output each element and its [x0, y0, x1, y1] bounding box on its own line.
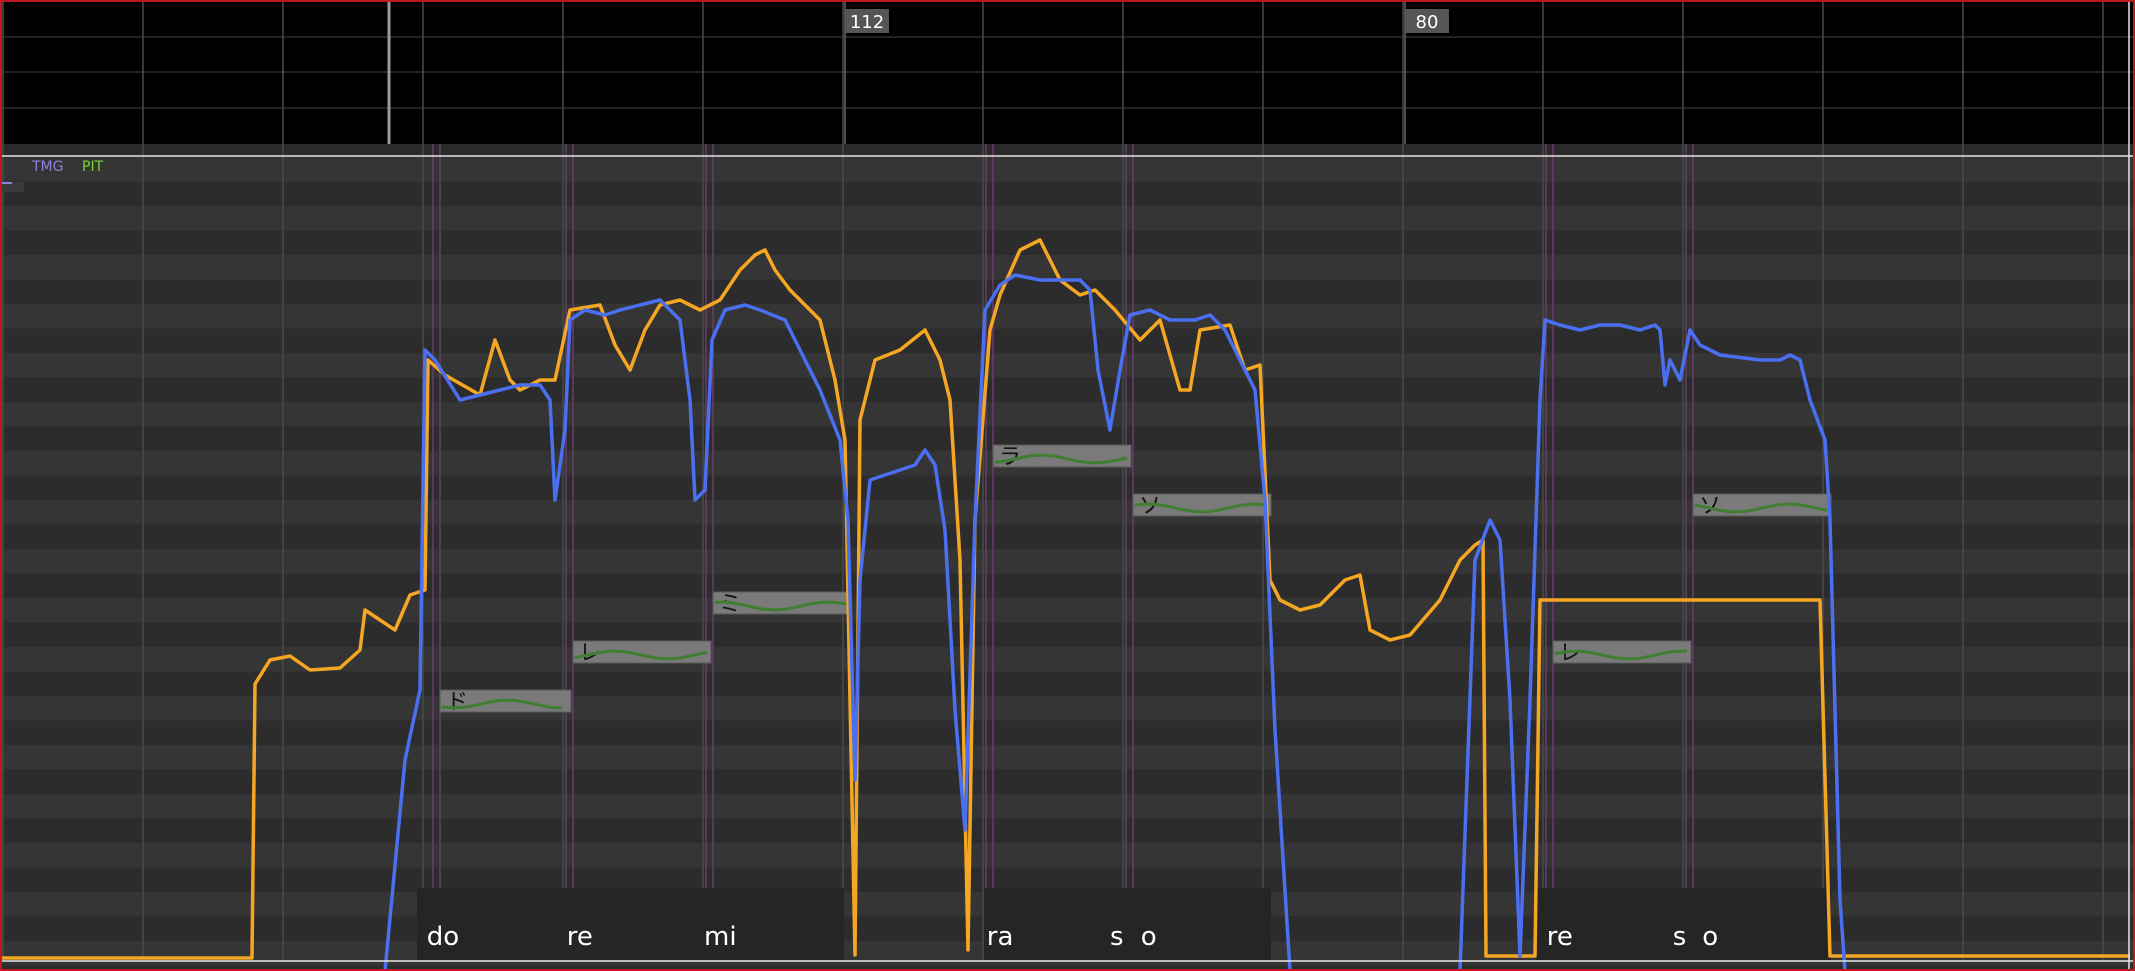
pitch-row — [0, 181, 2135, 206]
pitch-row — [0, 279, 2135, 304]
phoneme-label[interactable]: do — [427, 922, 459, 952]
pitch-row — [0, 230, 2135, 255]
pitch-row-grid — [0, 144, 2135, 971]
phoneme-label[interactable]: o — [1141, 922, 1157, 952]
pitch-row — [0, 818, 2135, 843]
note[interactable]: ド — [439, 689, 572, 715]
note-lyric: ソ — [1139, 494, 1161, 519]
piano-roll-editor[interactable]: do re mi ra s o re s o ドレミラソレソ 112 80 TMG PIT — [0, 0, 2135, 971]
phoneme-label[interactable]: ra — [987, 922, 1014, 952]
pitch-row — [0, 720, 2135, 745]
phoneme-label[interactable]: o — [1702, 922, 1718, 952]
pitch-row — [0, 524, 2135, 549]
pitch-row — [0, 573, 2135, 598]
pitch-row — [0, 157, 2135, 182]
pitch-row — [0, 353, 2135, 378]
pitch-row — [0, 377, 2135, 402]
phoneme-label[interactable]: mi — [704, 922, 737, 952]
pitch-row — [0, 328, 2135, 353]
param-tab-pit[interactable]: PIT — [82, 159, 104, 175]
pitch-row — [0, 206, 2135, 231]
pitch-row — [0, 696, 2135, 721]
phoneme-region — [984, 888, 1271, 960]
pitch-row — [0, 794, 2135, 819]
param-strip-bg — [0, 144, 2135, 157]
param-tab-tmg[interactable]: TMG — [31, 159, 63, 175]
note-lyric: ド — [446, 690, 468, 715]
tempo-marker-label: 80 — [1416, 12, 1439, 33]
pitch-row — [0, 745, 2135, 770]
pitch-row — [0, 622, 2135, 647]
pitch-row — [0, 304, 2135, 329]
phoneme-label[interactable]: s — [1110, 922, 1124, 952]
pitch-row — [0, 549, 2135, 574]
pitch-row — [0, 769, 2135, 794]
phoneme-label[interactable]: s — [1673, 922, 1687, 952]
pitch-row — [0, 671, 2135, 696]
note[interactable]: ソ — [1132, 493, 1272, 519]
phoneme-region — [417, 888, 844, 960]
phoneme-label[interactable]: re — [1547, 922, 1573, 952]
pitch-row — [0, 843, 2135, 868]
tempo-marker-label: 112 — [850, 12, 884, 33]
phoneme-band: do re mi ra s o re s o — [417, 888, 1831, 960]
phoneme-label[interactable]: re — [567, 922, 593, 952]
pitch-row — [0, 255, 2135, 280]
